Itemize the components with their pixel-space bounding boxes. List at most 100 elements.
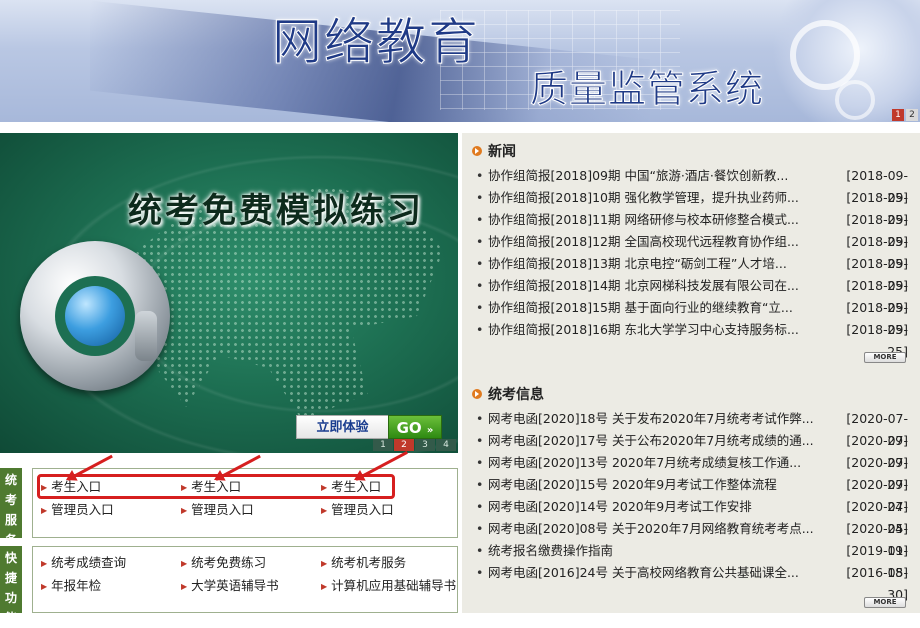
list-item-title[interactable]: 协作组简报[2018]09期 中国“旅游·酒店·餐饮创新教... xyxy=(488,165,828,187)
admin-entry-link-3[interactable]: ▶ 管理员入口 xyxy=(321,500,461,521)
list-item-title[interactable]: 网考电函[2020]08号 关于2020年7月网络教育统考考点... xyxy=(488,518,828,540)
promo-page-1[interactable]: 1 xyxy=(373,439,393,451)
list-item-title[interactable]: 协作组简报[2018]13期 北京电控“砺剑工程”人才培... xyxy=(488,253,828,275)
bullet-icon: ▶ xyxy=(181,559,188,568)
section-bullet-icon xyxy=(472,146,482,156)
exam-info-section-title: 统考信息 xyxy=(472,384,544,404)
bullet-icon: ▶ xyxy=(181,506,188,515)
list-item-title[interactable]: 网考电函[2020]18号 关于发布2020年7月统考考试作弊... xyxy=(488,408,828,430)
section-bullet-icon xyxy=(472,389,482,399)
bullet-icon: ▶ xyxy=(321,559,328,568)
list-item-title[interactable]: 协作组简报[2018]16期 东北大学学习中心支持服务标... xyxy=(488,319,828,341)
list-item[interactable]: • 协作组简报[2018]11期 网络研修与校本研修整合模式... [2018-09… xyxy=(476,209,908,249)
banner-ring-decoration xyxy=(790,20,860,90)
bullet-icon: ▶ xyxy=(41,506,48,515)
go-label: GO xyxy=(396,419,422,437)
list-item-date: [2020-07-29] xyxy=(846,433,908,470)
computer-exam-service-link[interactable]: ▶ 统考机考服务 xyxy=(321,553,461,574)
news-more-button[interactable]: MORE xyxy=(864,352,906,363)
list-item-date: [2018-09-25] xyxy=(846,256,908,293)
list-item-date: [2020-07-29] xyxy=(846,411,908,448)
bullet-icon: • xyxy=(476,234,484,249)
list-item-title[interactable]: 协作组简报[2018]11期 网络研修与校本研修整合模式... xyxy=(488,209,828,231)
list-item[interactable]: • 协作组简报[2018]12期 全国高校现代远程教育协作组... [2018-09… xyxy=(476,231,908,271)
list-item[interactable]: • 协作组简报[2018]13期 北京电控“砺剑工程”人才培... [2018-09… xyxy=(476,253,908,293)
list-item-title[interactable]: 网考电函[2020]13号 2020年7月统考成绩复核工作通... xyxy=(488,452,828,474)
list-item-title[interactable]: 协作组简报[2018]12期 全国高校现代远程教育协作组... xyxy=(488,231,828,253)
list-item-date: [2018-09-25] xyxy=(846,278,908,315)
list-item[interactable]: • 统考报名缴费操作指南 [2019-01-18] xyxy=(476,540,908,580)
bullet-icon: ▶ xyxy=(321,506,328,515)
exam-info-more-button[interactable]: MORE xyxy=(864,597,906,608)
admin-entry-link-2[interactable]: ▶ 管理员入口 xyxy=(181,500,321,521)
promo-pager: 1 2 3 4 xyxy=(373,439,456,451)
list-item[interactable]: • 网考电函[2020]13号 2020年7月统考成绩复核工作通... [2020-… xyxy=(476,452,908,492)
banner-title: 网络教育 xyxy=(272,13,480,72)
go-button[interactable]: GO » xyxy=(388,415,442,439)
bullet-icon: • xyxy=(476,256,484,271)
exam-score-query-link[interactable]: ▶ 统考成绩查询 xyxy=(41,553,181,574)
list-item-title[interactable]: 网考电函[2016]24号 关于高校网络教育公共基础课全... xyxy=(488,562,828,584)
list-item-date: [2020-07-24] xyxy=(846,499,908,536)
bullet-icon: • xyxy=(476,477,484,492)
try-now-button[interactable]: 立即体验 xyxy=(296,415,388,439)
bullet-icon: • xyxy=(476,212,484,227)
right-column: 新闻 • 协作组简报[2018]09期 中国“旅游·酒店·餐饮创新教... [201… xyxy=(462,133,920,613)
computer-basics-guide-link[interactable]: ▶ 计算机应用基础辅导书 xyxy=(321,576,461,597)
list-item-title[interactable]: 网考电函[2020]14号 2020年9月考试工作安排 xyxy=(488,496,828,518)
annual-report-link[interactable]: ▶ 年报年检 xyxy=(41,576,181,597)
list-item[interactable]: • 网考电函[2020]15号 2020年9月考试工作整体流程 [2020-07-2… xyxy=(476,474,908,514)
bullet-icon: • xyxy=(476,300,484,315)
list-item[interactable]: • 网考电函[2020]14号 2020年9月考试工作安排 [2020-07-24] xyxy=(476,496,908,536)
news-list: • 协作组简报[2018]09期 中国“旅游·酒店·餐饮创新教... [2018-0… xyxy=(476,165,908,359)
list-item-title[interactable]: 网考电函[2020]17号 关于公布2020年7月统考成绩的通... xyxy=(488,430,828,452)
list-item[interactable]: • 协作组简报[2018]15期 基于面向行业的继续教育“立... [2018-09… xyxy=(476,297,908,337)
bullet-icon: • xyxy=(476,433,484,448)
bullet-icon: • xyxy=(476,499,484,514)
bullet-icon: • xyxy=(476,521,484,536)
admin-entry-link-1[interactable]: ▶ 管理员入口 xyxy=(41,500,181,521)
promo-page-2[interactable]: 2 xyxy=(394,439,414,451)
list-item[interactable]: • 协作组简报[2018]16期 东北大学学习中心支持服务标... [2018-09… xyxy=(476,319,908,359)
banner-page-2[interactable]: 2 xyxy=(906,109,918,121)
quick-functions-box: ▶ 统考成绩查询 ▶ 统考免费练习 ▶ 统考机考服务 ▶ 年报年检 ▶ 大学英语辅导书 ▶… xyxy=(32,546,458,613)
list-item[interactable]: • 网考电函[2016]24号 关于高校网络教育公共基础课全... [2016-05… xyxy=(476,562,908,602)
free-practice-link[interactable]: ▶ 统考免费练习 xyxy=(181,553,321,574)
bullet-icon: • xyxy=(476,455,484,470)
list-item[interactable]: • 协作组简报[2018]09期 中国“旅游·酒店·餐饮创新教... [2018-0… xyxy=(476,165,908,205)
bullet-icon: • xyxy=(476,322,484,337)
try-now-bar[interactable]: 立即体验 GO » xyxy=(296,415,442,439)
bullet-icon: • xyxy=(476,411,484,426)
list-item-title[interactable]: 协作组简报[2018]10期 强化教学管理，提升执业药师... xyxy=(488,187,828,209)
list-item-date: [2019-01-18] xyxy=(846,543,908,580)
list-item[interactable]: • 网考电函[2020]08号 关于2020年7月网络教育统考考点... [2020… xyxy=(476,518,908,558)
list-item-date: [2020-05-19] xyxy=(846,521,908,558)
list-item-date: [2018-09-25] xyxy=(846,234,908,271)
globe-icon xyxy=(65,286,125,346)
list-item[interactable]: • 协作组简报[2018]10期 强化教学管理，提升执业药师... [2018-09… xyxy=(476,187,908,227)
bullet-icon: • xyxy=(476,278,484,293)
bullet-icon: ▶ xyxy=(181,582,188,591)
promo-page-4[interactable]: 4 xyxy=(436,439,456,451)
list-item-date: [2018-09-25] xyxy=(846,190,908,227)
list-item-title[interactable]: 统考报名缴费操作指南 xyxy=(488,540,828,562)
list-item-date: [2018-09-25] xyxy=(846,168,908,205)
bullet-icon: • xyxy=(476,543,484,558)
banner-page-1[interactable]: 1 xyxy=(892,109,904,121)
list-item[interactable]: • 协作组简报[2018]14期 北京网梯科技发展有限公司在... [2018-09… xyxy=(476,275,908,315)
list-item[interactable]: • 网考电函[2020]18号 关于发布2020年7月统考考试作弊... [2020… xyxy=(476,408,908,448)
at-sign-globe-icon xyxy=(20,241,170,391)
list-item-date: [2018-09-25] xyxy=(846,212,908,249)
promo-page-3[interactable]: 3 xyxy=(415,439,435,451)
exam-info-list: • 网考电函[2020]18号 关于发布2020年7月统考考试作弊... [2020… xyxy=(476,408,908,602)
list-item-title[interactable]: 协作组简报[2018]15期 基于面向行业的继续教育“立... xyxy=(488,297,828,319)
list-item[interactable]: • 网考电函[2020]17号 关于公布2020年7月统考成绩的通... [2020… xyxy=(476,430,908,470)
english-guide-link[interactable]: ▶ 大学英语辅导书 xyxy=(181,576,321,597)
list-item-title[interactable]: 网考电函[2020]15号 2020年9月考试工作整体流程 xyxy=(488,474,828,496)
promo-carousel[interactable]: 统考免费模拟练习 立即体验 GO » 1 2 3 4 xyxy=(0,133,458,453)
banner-ring-decoration-small xyxy=(835,80,875,120)
bullet-icon: • xyxy=(476,565,484,580)
list-item-title[interactable]: 协作组简报[2018]14期 北京网梯科技发展有限公司在... xyxy=(488,275,828,297)
bullet-icon: ▶ xyxy=(41,582,48,591)
quick-functions-label: 快捷功能 xyxy=(0,546,22,625)
